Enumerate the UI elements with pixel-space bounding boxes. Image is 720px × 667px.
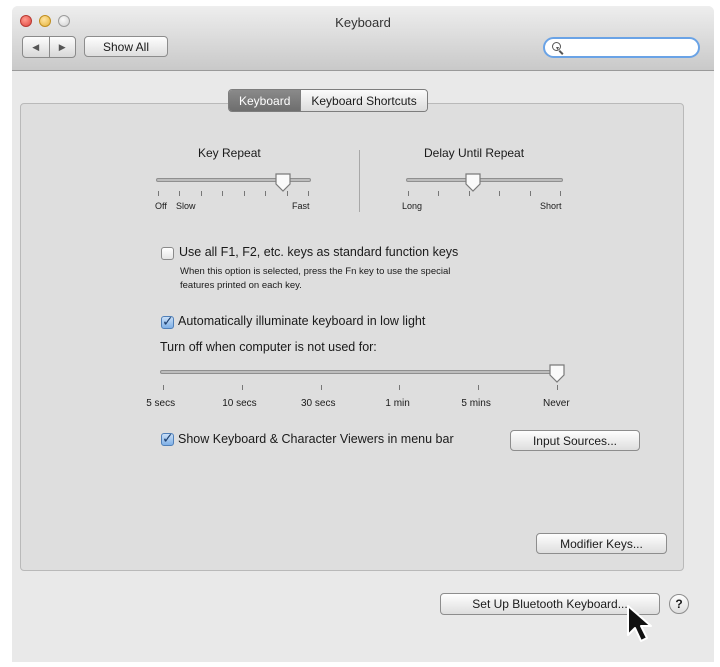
turn-off-slider[interactable] bbox=[160, 370, 562, 374]
keyboard-settings-panel bbox=[20, 103, 684, 571]
delay-short-label: Short bbox=[540, 201, 562, 211]
function-keys-label[interactable]: Use all F1, F2, etc. keys as standard fu… bbox=[179, 245, 458, 259]
forward-arrow-icon[interactable]: ▶ bbox=[48, 37, 76, 57]
delay-until-repeat-label: Delay Until Repeat bbox=[424, 146, 525, 160]
slider-tick bbox=[408, 191, 409, 196]
key-repeat-off-label: Off bbox=[155, 201, 167, 211]
turn-off-tick-label: 10 secs bbox=[222, 398, 257, 409]
turn-off-tick-label: 1 min bbox=[385, 398, 410, 409]
back-arrow-icon[interactable]: ◀ bbox=[23, 37, 49, 57]
window-title: Keyboard bbox=[335, 15, 391, 30]
key-repeat-slider-knob-icon[interactable] bbox=[273, 173, 293, 193]
slider-tick bbox=[200, 191, 202, 196]
viewers-checkbox[interactable]: ✓ bbox=[161, 430, 174, 446]
input-sources-button[interactable]: Input Sources... bbox=[510, 430, 640, 451]
illuminate-checkbox[interactable]: ✓ bbox=[161, 313, 174, 329]
tab-keyboard-shortcuts[interactable]: Keyboard Shortcuts bbox=[300, 90, 427, 111]
slider-tick bbox=[478, 385, 480, 390]
slider-tick bbox=[560, 191, 561, 196]
turn-off-tick-label: 30 secs bbox=[301, 398, 336, 409]
slider-tick bbox=[241, 385, 243, 390]
slider-tick bbox=[222, 191, 224, 196]
slider-tick bbox=[438, 191, 440, 196]
function-keys-description-line2: features printed on each key. bbox=[180, 280, 302, 291]
slider-tick bbox=[399, 385, 401, 390]
turn-off-tick-label: 5 secs bbox=[146, 398, 176, 409]
delay-slider-knob-icon[interactable] bbox=[463, 173, 483, 193]
turn-off-slider-knob-icon[interactable] bbox=[547, 364, 567, 384]
tab-bar: Keyboard Keyboard Shortcuts bbox=[228, 89, 428, 112]
delay-until-repeat-slider[interactable] bbox=[406, 178, 563, 182]
key-repeat-fast-label: Fast bbox=[292, 201, 310, 211]
search-menu-caret-icon: ▾ bbox=[556, 46, 560, 52]
modifier-keys-button[interactable]: Modifier Keys... bbox=[536, 533, 667, 554]
slider-tick bbox=[179, 191, 181, 196]
turn-off-label: Turn off when computer is not used for: bbox=[160, 340, 377, 354]
slider-tick bbox=[320, 385, 322, 390]
slider-tick bbox=[557, 385, 558, 390]
checkmark-icon: ✓ bbox=[162, 430, 174, 446]
viewers-label[interactable]: Show Keyboard & Character Viewers in men… bbox=[178, 432, 454, 446]
function-keys-description-line1: When this option is selected, press the … bbox=[180, 266, 451, 277]
slider-divider bbox=[359, 150, 360, 212]
slider-tick bbox=[499, 191, 501, 196]
back-forward-control: ◀ ▶ bbox=[22, 36, 76, 58]
turn-off-tick-label: 5 mins bbox=[461, 398, 491, 409]
key-repeat-slow-label: Slow bbox=[176, 201, 196, 211]
search-field[interactable]: ▾ bbox=[543, 37, 700, 58]
mouse-pointer-icon bbox=[627, 605, 652, 642]
search-input[interactable] bbox=[565, 40, 697, 57]
slider-tick bbox=[163, 385, 164, 390]
slider-tick bbox=[243, 191, 245, 196]
slider-tick bbox=[308, 191, 309, 196]
checkmark-icon: ✓ bbox=[162, 313, 174, 329]
key-repeat-label: Key Repeat bbox=[198, 146, 261, 160]
slider-tick bbox=[158, 191, 159, 196]
illuminate-label[interactable]: Automatically illuminate keyboard in low… bbox=[178, 314, 425, 328]
delay-long-label: Long bbox=[402, 201, 423, 211]
window-toolbar: Keyboard ◀ ▶ Show All ▾ bbox=[12, 6, 714, 71]
function-keys-checkbox[interactable] bbox=[161, 247, 174, 260]
slider-tick bbox=[265, 191, 267, 196]
help-icon[interactable]: ? bbox=[669, 594, 689, 614]
show-all-button[interactable]: Show All bbox=[84, 36, 168, 57]
tab-keyboard[interactable]: Keyboard bbox=[229, 90, 301, 111]
turn-off-tick-label: Never bbox=[543, 398, 570, 409]
slider-tick bbox=[529, 191, 531, 196]
